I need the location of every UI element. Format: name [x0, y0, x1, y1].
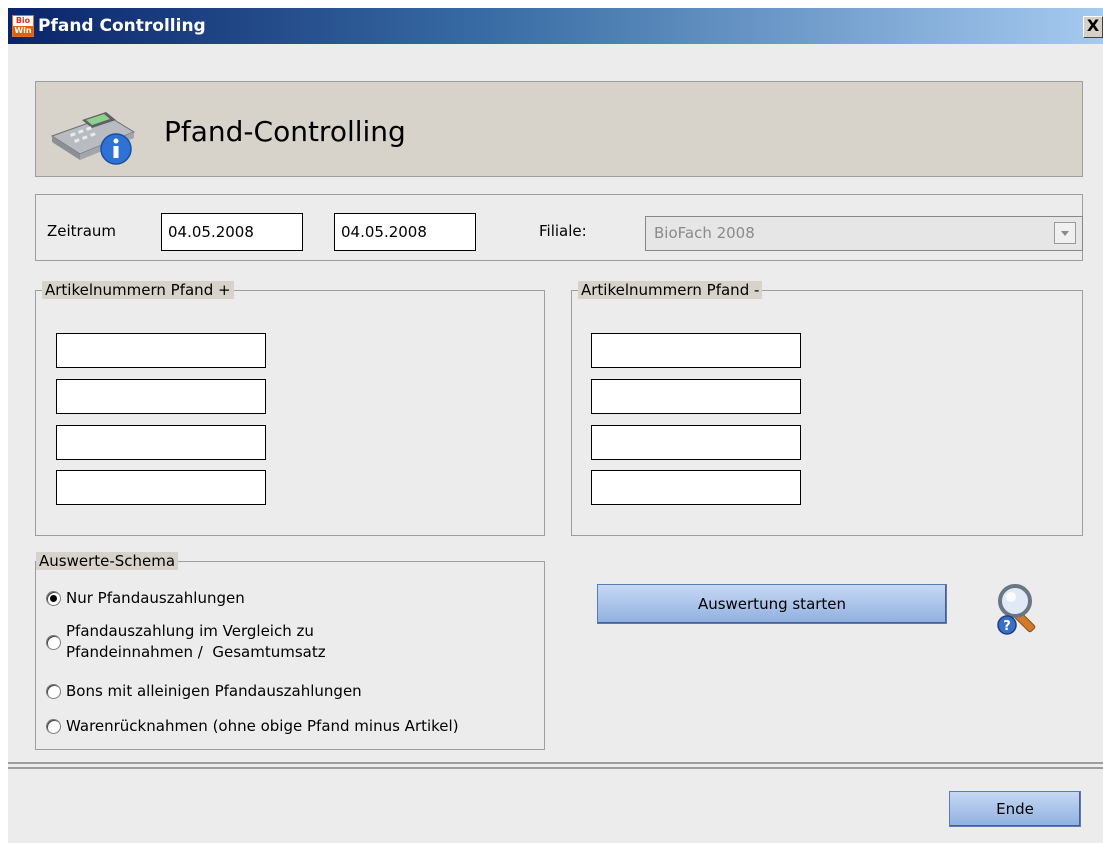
deposit-minus-article-1[interactable] [591, 333, 801, 368]
radio-button[interactable] [46, 635, 61, 650]
radio-button[interactable] [46, 719, 61, 734]
window-title: Pfand Controlling [38, 16, 206, 36]
magnifier-help-icon[interactable]: ? [995, 581, 1045, 637]
period-panel: Zeitraum 04.05.2008 04.05.2008 Filiale: … [35, 194, 1083, 261]
period-label: Zeitraum [47, 222, 117, 240]
app-logo-icon: Bio Win [12, 15, 34, 37]
chevron-down-icon [1061, 231, 1069, 236]
deposit-minus-article-2[interactable] [591, 379, 801, 414]
branch-selected-value: BioFach 2008 [654, 224, 755, 242]
radio-option-payouts-only[interactable]: Nur Pfandauszahlungen [46, 589, 245, 607]
end-button[interactable]: Ende [949, 791, 1081, 827]
deposit-plus-article-1[interactable] [56, 333, 266, 368]
dialog-body: Pfand-Controlling Zeitraum 04.05.2008 04… [8, 44, 1103, 843]
radio-button[interactable] [46, 684, 61, 699]
deposit-plus-article-2[interactable] [56, 379, 266, 414]
radio-option-receipts-payouts[interactable]: Bons mit alleinigen Pfandauszahlungen [46, 682, 362, 700]
start-evaluation-button[interactable]: Auswertung starten [597, 584, 947, 624]
app-logo-text-top: Bio [13, 16, 33, 26]
branch-select[interactable]: BioFach 2008 [645, 216, 1083, 251]
radio-label: Warenrücknahmen (ohne obige Pfand minus … [66, 717, 459, 735]
evaluation-schema-legend: Auswerte-Schema [36, 552, 179, 570]
branch-label: Filiale: [539, 222, 587, 240]
deposit-minus-article-4[interactable] [591, 470, 801, 505]
date-to-field[interactable]: 04.05.2008 [334, 213, 476, 251]
page-title: Pfand-Controlling [164, 115, 406, 148]
svg-text:?: ? [1003, 619, 1011, 634]
radio-label: Pfandauszahlung im Vergleich zu Pfandein… [66, 621, 326, 663]
radio-label: Bons mit alleinigen Pfandauszahlungen [66, 682, 362, 700]
radio-option-payout-comparison[interactable]: Pfandauszahlung im Vergleich zu Pfandein… [46, 621, 326, 663]
radio-option-returns[interactable]: Warenrücknahmen (ohne obige Pfand minus … [46, 717, 459, 735]
deposit-plus-article-4[interactable] [56, 470, 266, 505]
radio-label-line-2: Pfandeinnahmen / Gesamtumsatz [66, 643, 326, 661]
footer-separator [8, 762, 1103, 764]
deposit-minus-legend: Artikelnummern Pfand - [578, 281, 763, 299]
cash-register-info-icon [50, 112, 136, 165]
app-logo-text-bottom: Win [13, 26, 33, 36]
deposit-minus-article-3[interactable] [591, 425, 801, 460]
date-from-field[interactable]: 04.05.2008 [161, 213, 303, 251]
title-bar[interactable]: Bio Win Pfand Controlling X [8, 8, 1103, 44]
deposit-plus-article-3[interactable] [56, 425, 266, 460]
close-button[interactable]: X [1083, 16, 1103, 38]
radio-label: Nur Pfandauszahlungen [66, 589, 245, 607]
deposit-plus-legend: Artikelnummern Pfand + [42, 281, 234, 299]
dropdown-button[interactable] [1054, 222, 1076, 244]
footer-separator-2 [8, 767, 1103, 769]
radio-label-line-1: Pfandauszahlung im Vergleich zu [66, 622, 314, 640]
header-panel: Pfand-Controlling [35, 81, 1083, 177]
radio-button[interactable] [46, 591, 61, 606]
